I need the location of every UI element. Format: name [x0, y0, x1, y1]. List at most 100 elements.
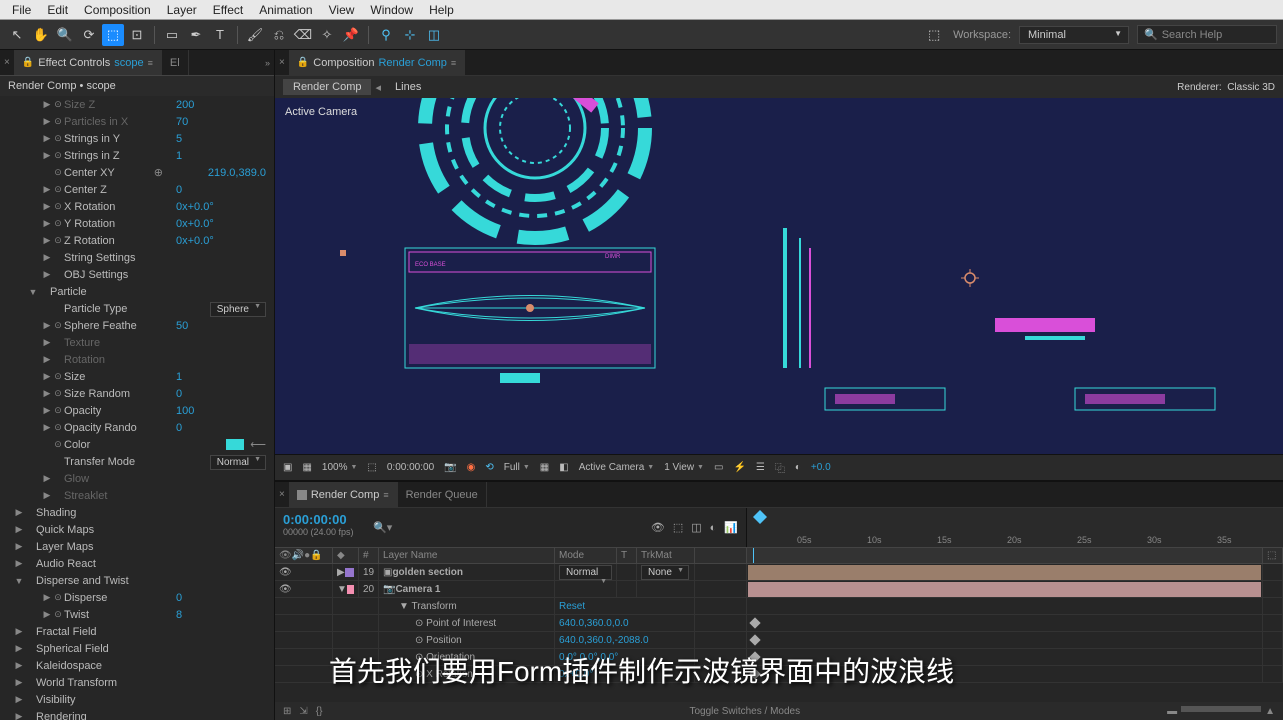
- prop-x-rotation[interactable]: ▶⊙X Rotation0x+0.0°: [0, 198, 274, 215]
- flowchart-icon[interactable]: ⿻: [775, 460, 785, 475]
- eraser-tool-icon[interactable]: ⌫: [292, 24, 314, 46]
- expand-icon[interactable]: ⇲: [299, 706, 307, 717]
- close-icon[interactable]: ×: [279, 57, 285, 68]
- snap-icon[interactable]: ⬚: [923, 24, 945, 46]
- puppet-tool-icon[interactable]: 📌: [340, 24, 362, 46]
- layer-row[interactable]: 👁▼ 20📷 Camera 1: [275, 581, 1283, 598]
- prop-y-rotation[interactable]: ▶⊙Y Rotation0x+0.0°: [0, 215, 274, 232]
- frame-blend-icon[interactable]: ◫: [691, 521, 701, 534]
- renderer-value[interactable]: Classic 3D: [1227, 82, 1275, 93]
- menu-layer[interactable]: Layer: [159, 1, 205, 19]
- search-help-input[interactable]: 🔍Search Help: [1137, 25, 1277, 44]
- workspace-dropdown[interactable]: Minimal▼: [1019, 26, 1129, 44]
- prop-particles-in-x[interactable]: ▶⊙Particles in X70: [0, 113, 274, 130]
- comp-button-icon[interactable]: ⬚: [673, 521, 683, 534]
- prop-texture[interactable]: ▶Texture: [0, 334, 274, 351]
- prop-rendering[interactable]: ▶Rendering: [0, 708, 274, 720]
- prop-obj-settings[interactable]: ▶OBJ Settings: [0, 266, 274, 283]
- close-icon[interactable]: ×: [279, 489, 285, 500]
- text-tool-icon[interactable]: T: [209, 24, 231, 46]
- tab-effect-controls[interactable]: 🔒 Effect Controls scope ≡: [14, 50, 162, 75]
- timecode-display[interactable]: 0:00:00:00: [387, 462, 434, 473]
- prop-strings-in-z[interactable]: ▶⊙Strings in Z1: [0, 147, 274, 164]
- exposure-icon[interactable]: ◐: [795, 462, 801, 473]
- menu-animation[interactable]: Animation: [251, 1, 320, 19]
- tab-render-queue[interactable]: Render Queue: [398, 482, 487, 507]
- menu-edit[interactable]: Edit: [39, 1, 76, 19]
- fast-preview-icon[interactable]: ⚡: [733, 462, 745, 473]
- camera-dropdown[interactable]: Active Camera: [579, 462, 655, 473]
- motion-blur-icon[interactable]: ◐: [710, 522, 717, 534]
- close-icon[interactable]: ×: [4, 57, 10, 68]
- hand-tool-icon[interactable]: ✋: [30, 24, 52, 46]
- menu-file[interactable]: File: [4, 1, 39, 19]
- timeline-timecode[interactable]: 0:00:00:00 00000 (24.00 fps): [275, 508, 365, 547]
- brackets-icon[interactable]: {}: [316, 706, 323, 717]
- prop-size-z[interactable]: ▶⊙Size Z200: [0, 96, 274, 113]
- prop-sphere-feathe[interactable]: ▶⊙Sphere Feathe50: [0, 317, 274, 334]
- nav-lines[interactable]: Lines: [385, 79, 431, 95]
- transform-prop[interactable]: ⊙ Point of Interest640.0,360.0,0.0: [275, 615, 1283, 632]
- prop-opacity[interactable]: ▶⊙Opacity100: [0, 402, 274, 419]
- pixel-aspect-icon[interactable]: ▭: [714, 462, 723, 473]
- toggle-switches-button[interactable]: Toggle Switches / Modes: [689, 706, 800, 717]
- pan-behind-tool-icon[interactable]: ⊡: [126, 24, 148, 46]
- prop-z-rotation[interactable]: ▶⊙Z Rotation0x+0.0°: [0, 232, 274, 249]
- always-preview-icon[interactable]: ▣: [283, 462, 292, 473]
- prop-particle-type[interactable]: Particle TypeSphere: [0, 300, 274, 317]
- rotate-tool-icon[interactable]: ⟳: [78, 24, 100, 46]
- graph-editor-icon[interactable]: 📊: [724, 521, 738, 534]
- prop-layer-maps[interactable]: ▶Layer Maps: [0, 538, 274, 555]
- prop-center-z[interactable]: ▶⊙Center Z0: [0, 181, 274, 198]
- chevron-right-icon[interactable]: »: [265, 58, 270, 68]
- transform-group[interactable]: ▼ TransformReset: [275, 598, 1283, 615]
- prop-fractal-field[interactable]: ▶Fractal Field: [0, 623, 274, 640]
- brush-tool-icon[interactable]: 🖌: [244, 24, 266, 46]
- snapshot-icon[interactable]: 📷: [444, 462, 456, 473]
- time-ruler[interactable]: 05s10s15s20s25s30s35s: [747, 508, 1283, 547]
- prop-center-xy[interactable]: ⊙Center XY⊕219.0,389.0: [0, 164, 274, 181]
- prop-disperse-and-twist[interactable]: ▼Disperse and Twist: [0, 572, 274, 589]
- prop-spherical-field[interactable]: ▶Spherical Field: [0, 640, 274, 657]
- prop-visibility[interactable]: ▶Visibility: [0, 691, 274, 708]
- channel-icon[interactable]: ◉: [467, 462, 476, 473]
- pen-tool-icon[interactable]: ✒: [185, 24, 207, 46]
- roto-tool-icon[interactable]: ✧: [316, 24, 338, 46]
- roi-icon[interactable]: ⬚: [367, 462, 376, 473]
- camera-tool-icon[interactable]: ⬚: [102, 24, 124, 46]
- zoom-slider[interactable]: [1181, 706, 1261, 712]
- menu-view[interactable]: View: [321, 1, 363, 19]
- prop-world-transform[interactable]: ▶World Transform: [0, 674, 274, 691]
- composition-viewer[interactable]: Active Camera ECO BASE: [275, 98, 1283, 454]
- search-icon[interactable]: 🔍▾: [373, 521, 392, 534]
- zoom-in-icon[interactable]: ▲: [1265, 706, 1275, 717]
- menu-effect[interactable]: Effect: [205, 1, 251, 19]
- prop-shading[interactable]: ▶Shading: [0, 504, 274, 521]
- zoom-out-icon[interactable]: ▬: [1167, 706, 1177, 717]
- prop-opacity-rando[interactable]: ▶⊙Opacity Rando0: [0, 419, 274, 436]
- reset-exposure-icon[interactable]: ⟲: [485, 462, 493, 473]
- prop-size-random[interactable]: ▶⊙Size Random0: [0, 385, 274, 402]
- prop-audio-react[interactable]: ▶Audio React: [0, 555, 274, 572]
- resolution-dropdown[interactable]: Full: [504, 462, 530, 473]
- menu-help[interactable]: Help: [421, 1, 462, 19]
- timeline-icon[interactable]: ☰: [756, 462, 765, 473]
- axis-world-icon[interactable]: ⊹: [399, 24, 421, 46]
- layer-row[interactable]: 👁▶ 19▣ golden sectionNormalNone: [275, 564, 1283, 581]
- prop-particle[interactable]: ▼Particle: [0, 283, 274, 300]
- mask-icon[interactable]: ◧: [559, 462, 568, 473]
- shy-icon[interactable]: 👁: [651, 521, 665, 534]
- prop-quick-maps[interactable]: ▶Quick Maps: [0, 521, 274, 538]
- selection-tool-icon[interactable]: ↖: [6, 24, 28, 46]
- prop-rotation[interactable]: ▶Rotation: [0, 351, 274, 368]
- prop-strings-in-y[interactable]: ▶⊙Strings in Y5: [0, 130, 274, 147]
- transform-prop[interactable]: ⊙ Position640.0,360.0,-2088.0: [275, 632, 1283, 649]
- axis-local-icon[interactable]: ⚲: [375, 24, 397, 46]
- view-layout-dropdown[interactable]: 1 View: [664, 462, 704, 473]
- rect-tool-icon[interactable]: ▭: [161, 24, 183, 46]
- prop-transfer-mode[interactable]: Transfer ModeNormal: [0, 453, 274, 470]
- prop-disperse[interactable]: ▶⊙Disperse0: [0, 589, 274, 606]
- menu-composition[interactable]: Composition: [76, 1, 159, 19]
- prop-size[interactable]: ▶⊙Size1: [0, 368, 274, 385]
- clone-tool-icon[interactable]: ⎌: [268, 24, 290, 46]
